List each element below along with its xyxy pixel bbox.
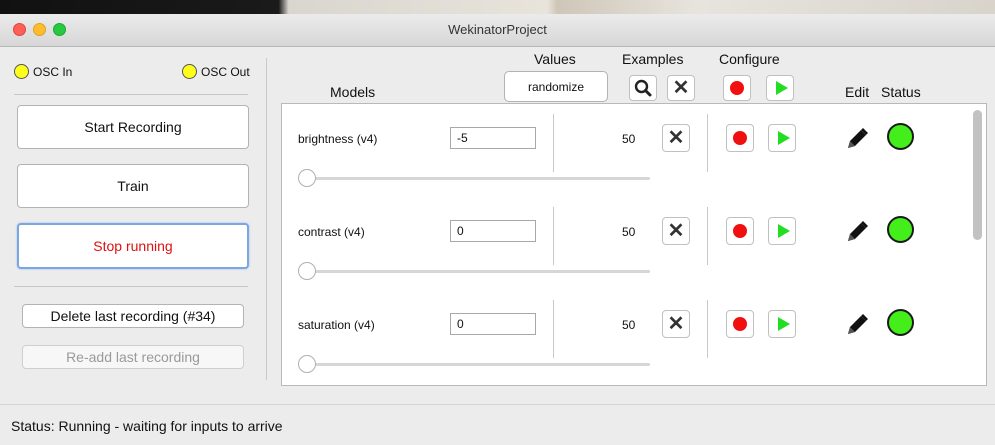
pencil-icon[interactable] <box>844 126 870 152</box>
record-icon <box>730 81 744 95</box>
model-value-slider[interactable] <box>298 169 650 187</box>
play-icon <box>777 131 790 145</box>
model-status-indicator <box>887 123 914 150</box>
close-icon: ✕ <box>672 77 690 99</box>
readd-last-recording-button[interactable]: Re-add last recording <box>22 345 244 369</box>
divider <box>707 114 708 172</box>
play-icon <box>777 224 790 238</box>
play-all-button[interactable] <box>766 75 794 101</box>
search-examples-button[interactable] <box>629 75 657 101</box>
model-value-input[interactable]: 0 <box>450 313 536 335</box>
osc-in-led-icon <box>14 64 29 79</box>
example-count: 50 <box>622 132 636 146</box>
record-model-button[interactable] <box>726 310 754 338</box>
divider <box>0 404 995 405</box>
model-value-input[interactable]: -5 <box>450 127 536 149</box>
slider-handle[interactable] <box>298 355 316 373</box>
play-icon <box>775 81 788 95</box>
title-bar: WekinatorProject <box>0 14 995 47</box>
osc-out-indicator: OSC Out <box>182 64 250 79</box>
values-header: Values <box>534 51 576 67</box>
delete-all-examples-button[interactable]: ✕ <box>667 75 695 101</box>
divider <box>553 207 554 265</box>
model-row: saturation (v4) 0 50 ✕ <box>282 290 972 383</box>
pencil-icon[interactable] <box>844 312 870 338</box>
divider <box>14 286 248 287</box>
stop-running-button[interactable]: Stop running <box>17 223 249 269</box>
divider <box>14 94 248 95</box>
model-row: contrast (v4) 0 50 ✕ <box>282 197 972 290</box>
play-model-button[interactable] <box>768 124 796 152</box>
model-status-indicator <box>887 216 914 243</box>
models-panel: brightness (v4) -5 50 ✕ contrast (v4) 0 … <box>281 103 987 386</box>
pencil-icon[interactable] <box>844 219 870 245</box>
models-header: Models <box>330 84 376 100</box>
osc-out-label: OSC Out <box>201 64 250 79</box>
model-name: contrast (v4) <box>298 225 365 239</box>
train-button[interactable]: Train <box>17 164 249 208</box>
slider-handle[interactable] <box>298 262 316 280</box>
delete-model-examples-button[interactable]: ✕ <box>662 124 690 152</box>
record-icon <box>733 317 747 331</box>
edit-header: Edit <box>845 84 870 100</box>
close-icon: ✕ <box>667 313 685 335</box>
slider-handle[interactable] <box>298 169 316 187</box>
play-model-button[interactable] <box>768 310 796 338</box>
divider <box>707 300 708 358</box>
play-icon <box>777 317 790 331</box>
osc-in-label: OSC In <box>33 64 73 79</box>
delete-last-recording-button[interactable]: Delete last recording (#34) <box>22 304 244 328</box>
model-name: saturation (v4) <box>298 318 375 332</box>
record-model-button[interactable] <box>726 217 754 245</box>
osc-in-indicator: OSC In <box>14 64 72 79</box>
model-value-slider[interactable] <box>298 262 650 280</box>
example-count: 50 <box>622 318 636 332</box>
model-value-input[interactable]: 0 <box>450 220 536 242</box>
close-icon: ✕ <box>667 220 685 242</box>
vertical-scrollbar[interactable] <box>973 110 982 240</box>
start-recording-button[interactable]: Start Recording <box>17 105 249 149</box>
divider <box>553 300 554 358</box>
example-count: 50 <box>622 225 636 239</box>
model-name: brightness (v4) <box>298 132 378 146</box>
play-model-button[interactable] <box>768 217 796 245</box>
osc-out-led-icon <box>182 64 197 79</box>
model-status-indicator <box>887 309 914 336</box>
model-value-slider[interactable] <box>298 355 650 373</box>
record-model-button[interactable] <box>726 124 754 152</box>
delete-model-examples-button[interactable]: ✕ <box>662 310 690 338</box>
configure-header: Configure <box>719 51 780 67</box>
examples-header: Examples <box>622 51 684 67</box>
status-header: Status <box>881 84 921 100</box>
background-desktop <box>0 0 995 14</box>
delete-model-examples-button[interactable]: ✕ <box>662 217 690 245</box>
status-bar-text: Status: Running - waiting for inputs to … <box>11 418 283 434</box>
divider <box>553 114 554 172</box>
window-title: WekinatorProject <box>448 22 547 37</box>
record-icon <box>733 131 747 145</box>
divider <box>707 207 708 265</box>
panel-divider <box>266 58 267 380</box>
close-icon: ✕ <box>667 127 685 149</box>
search-icon <box>634 79 652 97</box>
model-row: brightness (v4) -5 50 ✕ <box>282 104 972 197</box>
randomize-button[interactable]: randomize <box>504 71 608 102</box>
record-icon <box>733 224 747 238</box>
record-all-button[interactable] <box>723 75 751 101</box>
